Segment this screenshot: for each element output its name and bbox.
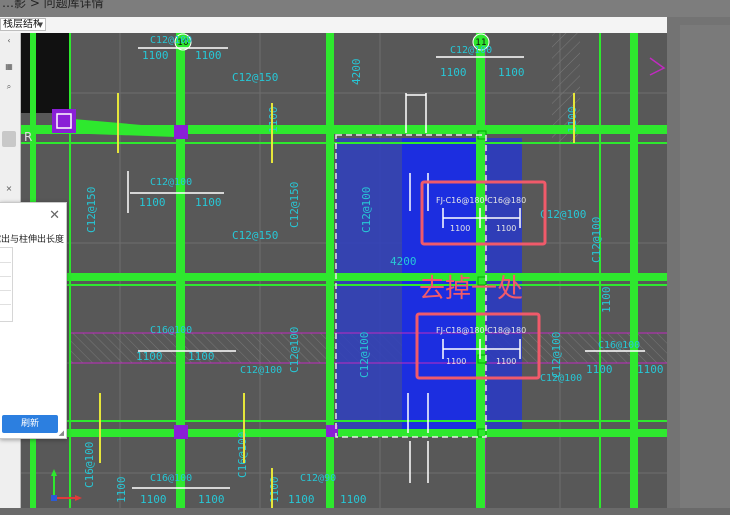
ucs-axis-icon [51,469,82,501]
vlabel-2: C12@150 [288,182,301,228]
span-7: 1100 [136,350,163,363]
column-corner [52,109,76,133]
box2-len1: 1100 [446,357,466,366]
span-14: 1100 [340,493,367,506]
label-c12-150-b: C12@150 [232,229,278,242]
r-marker: R [24,130,32,144]
breadcrumb: …影 > 问题库详情 [2,0,104,10]
status-bar [0,508,730,515]
dialog-panel: ✕ 基础梁以外挖出与柱伸出长度 刷新 ◢ [0,202,67,439]
span-8: 1100 [188,350,215,363]
span-9: 1100 [586,363,613,376]
label-c12-100-top2: C12@100 [450,45,492,56]
scroll-handle[interactable] [2,131,16,147]
chevron-down-icon: ▼ [37,21,43,29]
box1-len1: 1100 [450,224,470,233]
label-c12-100-d: C12@100 [540,208,586,221]
box2-len2: 1100 [496,357,516,366]
span-2: 1100 [195,49,222,62]
box1-rebar-label: FJ-C16@180 C16@180 [436,196,526,205]
label-c12-100: C12@100 [150,177,192,188]
vspan-5: 1100 [600,287,613,314]
label-c12-90: C12@90 [300,473,336,484]
span-5: 1100 [139,196,166,209]
list-row[interactable] [0,290,11,291]
annotation-text: 去掉一处 [419,274,523,304]
cad-drawing[interactable]: 10 11 C12@150 C12@150 1100 1100 1100 110… [0,33,667,508]
label-c12-100-top: C12@100 [150,35,192,46]
drawing-select[interactable]: 栈层结构平面图1 ▼ [0,18,46,31]
label-c12-150: C12@150 [232,71,278,84]
vlabel-9: C16@100 [236,432,249,478]
vspan-1: 1100 [267,107,280,134]
vlabel-1: C12@150 [85,187,98,233]
span-1: 1100 [142,49,169,62]
span-3: 1100 [440,66,467,79]
list-row[interactable] [0,304,11,305]
dialog-label: 基础梁以外挖出与柱伸出长度 [0,235,64,245]
slab-region-left [336,138,402,435]
span-6: 1100 [195,196,222,209]
cad-canvas[interactable]: 10 11 C12@150 C12@150 1100 1100 1100 110… [0,33,667,508]
close-icon[interactable]: ✕ [49,208,60,223]
dim-4200-b: 4200 [390,255,417,268]
box1-len2: 1100 [496,224,516,233]
vlabel-4: C12@100 [288,327,301,373]
void-block [18,33,70,113]
vlabel-6: C12@100 [590,217,603,263]
span-13: 1100 [288,493,315,506]
list-row[interactable] [0,276,11,277]
search-icon[interactable]: ⌕ [2,81,16,93]
span-11: 1100 [140,493,167,506]
span-10: 1100 [637,363,664,376]
span-4: 1100 [498,66,525,79]
dialog-list[interactable] [0,247,13,322]
dim-4200-a: 4200 [350,59,363,86]
resize-grip-icon[interactable]: ◢ [59,429,64,437]
chevron-icon[interactable]: ‹ [2,35,16,47]
label-c16-100-b: C16@100 [150,473,192,484]
label-c12-100-b: C12@100 [240,365,282,376]
close-icon[interactable]: × [2,183,16,195]
span-12: 1100 [198,493,225,506]
vspan-2: 1100 [566,107,579,134]
vspan-4: 1100 [115,477,128,504]
label-c16-100-c: C16@100 [598,340,640,351]
vlabel-5: C12@100 [358,332,371,378]
box2-rebar-label: FJ-C18@180 C18@180 [436,326,526,335]
vlabel-7: C12@100 [550,332,563,378]
drawing-select-value: 栈层结构平面图1 [3,19,39,30]
vlabel-3: C12@100 [360,187,373,233]
top-bar: …影 > 问题库详情 [0,0,730,18]
label-c16-100: C16@100 [150,325,192,336]
right-panel [680,25,730,515]
vspan-3: 1100 [268,477,281,504]
section-mark [649,57,666,76]
refresh-button[interactable]: 刷新 [2,415,58,433]
list-row[interactable] [0,262,11,263]
columns [174,125,338,439]
drawing-toolbar: 栈层结构平面图1 ▼ [0,17,667,34]
grid-icon[interactable]: ▦ [2,61,16,73]
